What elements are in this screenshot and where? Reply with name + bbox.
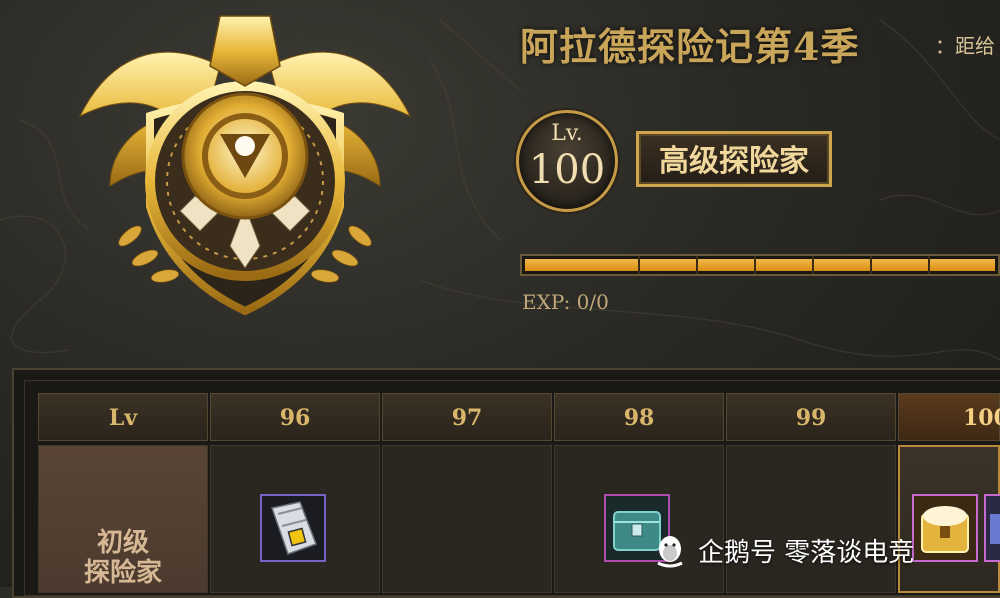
tier-name: 初级 探险家 [83, 528, 162, 588]
table-column-level[interactable]: 97 [382, 393, 552, 593]
exp-label: EXP: 0/0 [522, 290, 609, 314]
exp-bar-divider [928, 256, 930, 274]
item-icon-partial[interactable] [984, 494, 1000, 562]
reward-cell [726, 445, 896, 593]
exp-bar-divider [754, 256, 756, 274]
column-header-level: 100 [898, 393, 1000, 441]
gold-medal-emblem-icon [78, 15, 412, 316]
column-header-level: 98 [554, 393, 724, 441]
scroll-item-icon[interactable] [260, 494, 326, 562]
table-column-level[interactable]: 96 [210, 393, 380, 593]
table-column-lv: Lv 初级 探险家 [38, 393, 208, 593]
season-title: 阿拉德探险记第4季 [520, 24, 860, 69]
exp-bar-fill [525, 259, 995, 271]
column-header-level: 97 [382, 393, 552, 441]
exp-bar-divider [870, 256, 872, 274]
tier-cell: 初级 探险家 [38, 445, 208, 593]
rank-badge: 高级探险家 [636, 131, 832, 187]
column-header-level: 96 [210, 393, 380, 441]
level-badge: Lv. 100 [516, 110, 618, 212]
exp-bar-divider [812, 256, 814, 274]
watermark: 企鹅号 零落谈电竞 [650, 532, 914, 569]
level-prefix: Lv. [551, 121, 583, 146]
season-countdown: ：距给 [935, 34, 995, 58]
penguin-logo-icon [657, 535, 683, 567]
level-value: 100 [528, 147, 606, 193]
column-header-lv: Lv [38, 393, 208, 441]
gold-chest-item-icon[interactable] [912, 494, 978, 562]
watermark-text: 企鹅号 零落谈电竞 [698, 538, 915, 568]
reward-cell [382, 445, 552, 593]
exp-bar [520, 254, 1000, 276]
exp-bar-divider [638, 256, 640, 274]
exp-bar-divider [696, 256, 698, 274]
column-header-level: 99 [726, 393, 896, 441]
